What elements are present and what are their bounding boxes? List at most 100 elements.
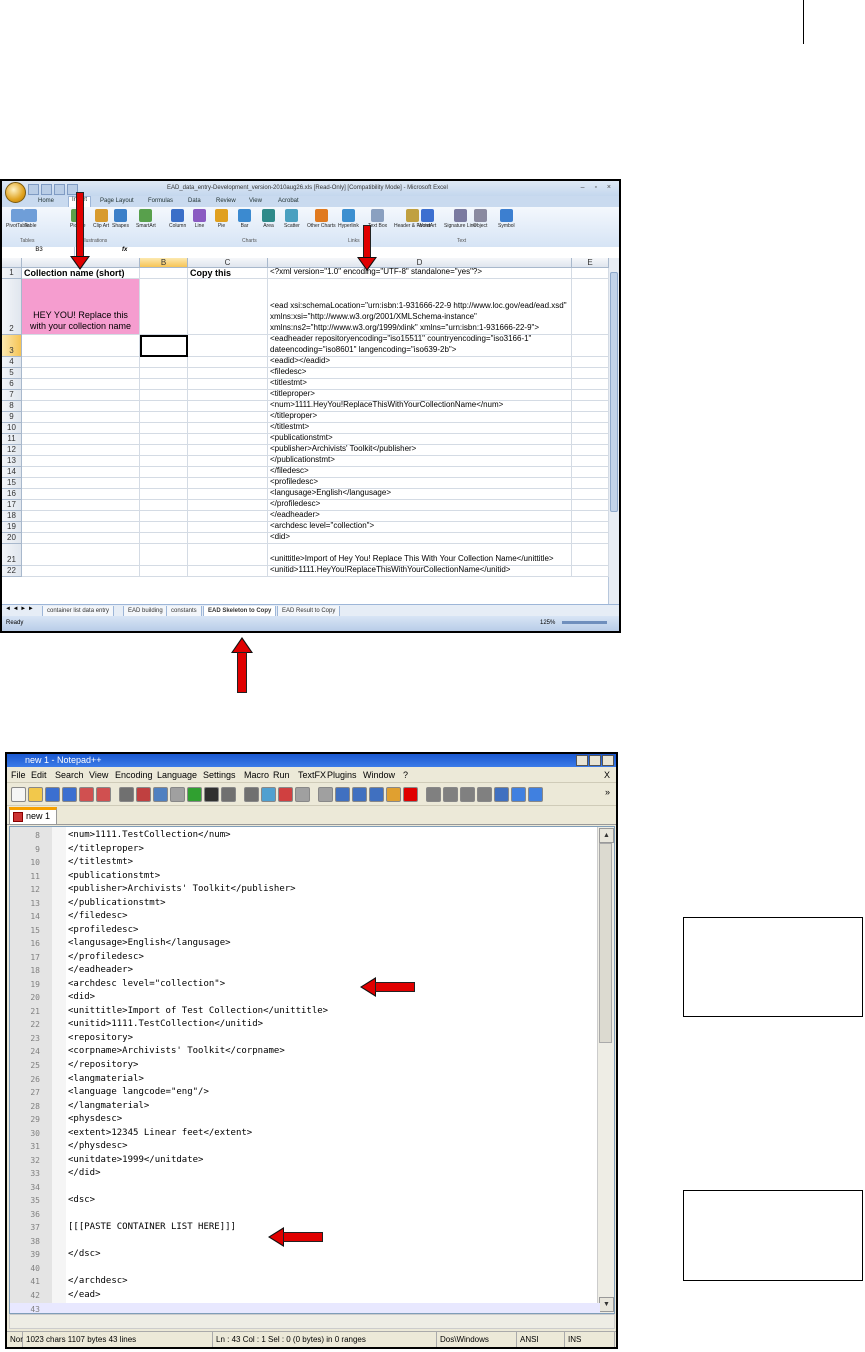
close-icon[interactable] — [79, 787, 94, 802]
line-text[interactable]: <repository> — [68, 1032, 133, 1046]
replace-icon[interactable] — [244, 787, 259, 802]
row-header[interactable]: 2 — [2, 279, 22, 335]
cell-c[interactable] — [188, 412, 268, 423]
cell-a[interactable] — [22, 357, 140, 368]
code-line[interactable]: 35 <dsc> — [10, 1194, 600, 1208]
line-text[interactable]: <dsc> — [68, 1194, 95, 1208]
line-text[interactable]: <unittitle>Import of Test Collection</un… — [68, 1005, 328, 1019]
menu-search[interactable]: Search — [55, 770, 84, 780]
cell-e[interactable] — [572, 434, 609, 445]
cell-b[interactable] — [140, 500, 188, 511]
cell-e[interactable] — [572, 511, 609, 522]
cell-a[interactable] — [22, 423, 140, 434]
stop-record-icon[interactable] — [426, 787, 441, 802]
cell-a[interactable] — [22, 478, 140, 489]
cell-b[interactable] — [140, 423, 188, 434]
ribbon-button-shapes[interactable]: Shapes — [112, 209, 129, 229]
cell-d[interactable]: <eadheader repositoryencoding="iso15511"… — [268, 335, 572, 357]
ribbon-button-column[interactable]: Column — [169, 209, 186, 229]
ribbon-tab-formulas[interactable]: Formulas — [148, 198, 173, 204]
code-line[interactable]: 28 </langmaterial> — [10, 1100, 600, 1114]
cell-e[interactable] — [572, 390, 609, 401]
ribbon-button-clip-art[interactable]: Clip Art — [93, 209, 109, 229]
cell-c[interactable] — [188, 390, 268, 401]
line-text[interactable]: <archdesc level="collection"> — [68, 978, 225, 992]
cell-e[interactable] — [572, 423, 609, 434]
cell-b[interactable] — [140, 434, 188, 445]
line-text[interactable]: </dsc> — [68, 1248, 101, 1262]
cell-c[interactable] — [188, 544, 268, 566]
active-cell-b3[interactable] — [140, 335, 188, 357]
cell-e[interactable] — [572, 401, 609, 412]
ribbon-tab-page-layout[interactable]: Page Layout — [100, 198, 134, 204]
open-file-icon[interactable] — [28, 787, 43, 802]
ribbon-button-line[interactable]: Line — [193, 209, 206, 229]
save-macro-icon[interactable] — [477, 787, 492, 802]
code-line[interactable]: 9 </titleproper> — [10, 843, 600, 857]
cell-e[interactable] — [572, 522, 609, 533]
cell-d[interactable]: <filedesc> — [268, 368, 572, 379]
menu-macro[interactable]: Macro — [244, 770, 269, 780]
cell-c[interactable] — [188, 335, 268, 357]
row-header[interactable]: 1 — [2, 268, 22, 279]
office-button[interactable] — [5, 182, 26, 203]
cell-e[interactable] — [572, 478, 609, 489]
maximize-icon[interactable] — [589, 755, 601, 766]
menu-encoding[interactable]: Encoding — [115, 770, 153, 780]
ribbon-button-pie[interactable]: Pie — [215, 209, 228, 229]
close-all-icon[interactable] — [96, 787, 111, 802]
indent-guide-icon[interactable] — [369, 787, 384, 802]
ribbon-tab-review[interactable]: Review — [216, 198, 236, 204]
cell-b[interactable] — [140, 268, 188, 279]
ribbon-button-symbol[interactable]: Symbol — [498, 209, 515, 229]
line-text[interactable]: </publicationstmt> — [68, 897, 166, 911]
code-line[interactable]: 24 <corpname>Archivists' Toolkit</corpnam… — [10, 1045, 600, 1059]
code-line[interactable]: 21 <unittitle>Import of Test Collection</… — [10, 1005, 600, 1019]
cell-a[interactable] — [22, 533, 140, 544]
ribbon-button-table[interactable]: Table — [24, 209, 37, 229]
ribbon-tab-data[interactable]: Data — [188, 198, 201, 204]
cell-a[interactable] — [22, 500, 140, 511]
sync-h-icon[interactable] — [318, 787, 333, 802]
cell-a[interactable] — [22, 511, 140, 522]
close-doc-x[interactable]: X — [604, 770, 610, 780]
cell-e[interactable] — [572, 566, 609, 577]
cell-b[interactable] — [140, 544, 188, 566]
menu-settings[interactable]: Settings — [203, 770, 236, 780]
row-header[interactable]: 19 — [2, 522, 22, 533]
row-header[interactable]: 17 — [2, 500, 22, 511]
line-text[interactable]: <did> — [68, 991, 95, 1005]
code-line[interactable]: 41 </archdesc> — [10, 1275, 600, 1289]
cell-a[interactable] — [22, 467, 140, 478]
code-line[interactable]: 12 <publisher>Archivists' Toolkit</publis… — [10, 883, 600, 897]
cell-c[interactable] — [188, 401, 268, 412]
row-header[interactable]: 11 — [2, 434, 22, 445]
line-text[interactable]: </titleproper> — [68, 843, 144, 857]
sheet-nav-arrows[interactable]: ◄ ◄ ► ► — [5, 606, 34, 612]
line-text[interactable]: <physdesc> — [68, 1113, 122, 1127]
line-text[interactable]: <publisher>Archivists' Toolkit</publishe… — [68, 883, 296, 897]
cell-b[interactable] — [140, 445, 188, 456]
cell-c[interactable] — [188, 511, 268, 522]
cell-d[interactable]: </profiledesc> — [268, 500, 572, 511]
ribbon-button-smartart[interactable]: SmartArt — [136, 209, 156, 229]
menu-textfx[interactable]: TextFX — [298, 770, 326, 780]
code-line[interactable]: 25 </repository> — [10, 1059, 600, 1073]
menu-window[interactable]: Window — [363, 770, 395, 780]
word-wrap-icon[interactable] — [335, 787, 350, 802]
cell-e[interactable] — [572, 412, 609, 423]
cut-icon[interactable] — [136, 787, 151, 802]
cell-a[interactable] — [22, 412, 140, 423]
line-text[interactable]: <unitid>1111.TestCollection</unitid> — [68, 1018, 263, 1032]
ribbon-button-signature-line[interactable]: Signature Line — [444, 209, 476, 229]
cell-c[interactable] — [188, 533, 268, 544]
cell-a[interactable] — [22, 390, 140, 401]
cell-d[interactable]: <titleproper> — [268, 390, 572, 401]
cell-b[interactable] — [140, 522, 188, 533]
cell-a[interactable] — [22, 489, 140, 500]
code-line[interactable]: 13 </publicationstmt> — [10, 897, 600, 911]
code-line[interactable]: 43 — [10, 1302, 600, 1313]
cell-b[interactable] — [140, 368, 188, 379]
row-header[interactable]: 13 — [2, 456, 22, 467]
cell-b[interactable] — [140, 467, 188, 478]
